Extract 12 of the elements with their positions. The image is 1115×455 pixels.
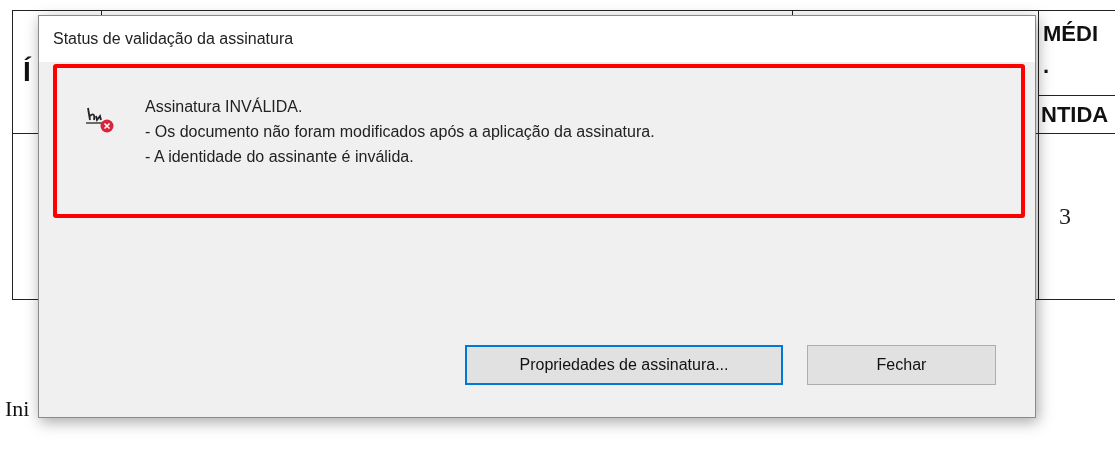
status-detail: - Os documento não foram modificados após a aplicação da assinatura. — [145, 122, 655, 142]
table-cell-text: 3 — [1058, 203, 1071, 230]
column-header: Í — [22, 56, 31, 88]
column-header: MÉDI — [1043, 20, 1099, 48]
status-detail: - A identidade do assinante é inválida. — [145, 147, 415, 167]
column-subheader: NTIDA — [1040, 101, 1109, 128]
signature-properties-button[interactable]: Propriedades de assinatura... — [465, 345, 783, 385]
column-header: . — [1043, 52, 1051, 80]
window-title: Status de validação da assinatura — [53, 30, 294, 48]
document-text: Ini — [5, 396, 30, 422]
close-button[interactable]: Fechar — [807, 345, 996, 385]
status-heading: Assinatura INVÁLIDA. — [145, 96, 304, 117]
